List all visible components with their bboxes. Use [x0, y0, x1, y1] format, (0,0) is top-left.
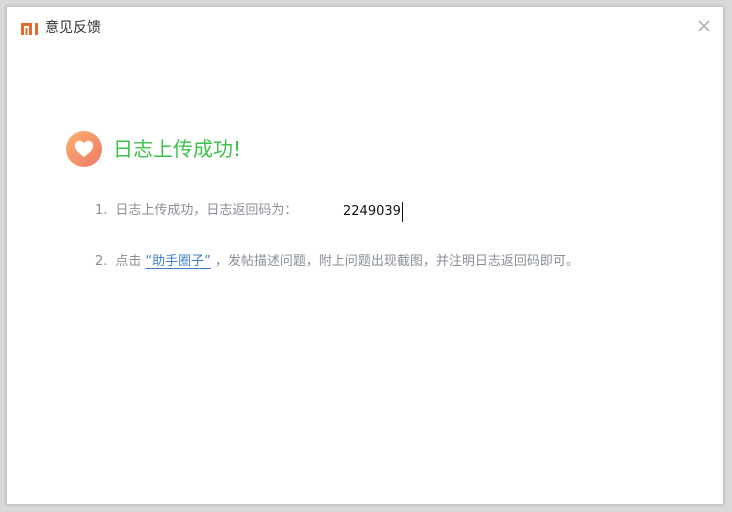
mi-logo-icon [21, 21, 39, 35]
step-number: 1. [95, 203, 108, 218]
heart-badge [66, 131, 102, 167]
step-upload-result: 1. 日志上传成功，日志返回码为： [95, 201, 297, 221]
helper-forum-link[interactable]: “助手圈子” [145, 254, 210, 269]
step-text-after: ，发帖描述问题，附上问题出现截图，并注明日志返回码即可。 [214, 254, 579, 269]
step-number: 2. [95, 254, 108, 269]
title-bar: 意见反馈 [7, 7, 723, 47]
step-text: 日志上传成功，日志返回码为： [115, 203, 298, 218]
log-return-code[interactable]: 2249039 [343, 202, 403, 222]
step-post-instruction: 2. 点击 “助手圈子” ，发帖描述问题，附上问题出现截图，并注明日志返回码即可。 [95, 252, 579, 272]
heart-icon [74, 140, 94, 157]
close-button[interactable] [695, 17, 713, 35]
step-text-before: 点击 [115, 254, 142, 269]
success-title: 日志上传成功! [113, 137, 242, 161]
window-title: 意见反馈 [45, 20, 101, 36]
close-icon [698, 20, 710, 32]
feedback-window: 意见反馈 日志上传成功! 1. 日志上传成功，日志返回码为： 2249039 2.… [6, 6, 724, 505]
